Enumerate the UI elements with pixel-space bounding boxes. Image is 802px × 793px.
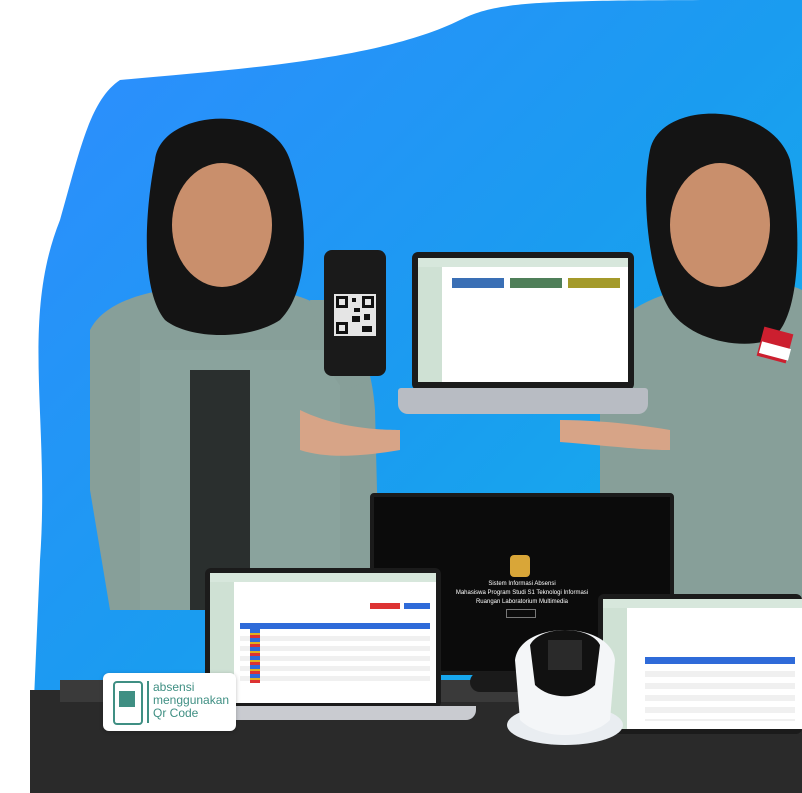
logo-divider bbox=[147, 681, 149, 723]
held-laptop-screen bbox=[412, 252, 634, 390]
app-sidebar bbox=[418, 267, 442, 382]
red-button bbox=[370, 603, 400, 609]
left-laptop-app bbox=[210, 573, 436, 703]
stat-card-olive bbox=[568, 278, 620, 288]
monitor-line-1: Sistem Informasi Absensi bbox=[488, 581, 556, 587]
phone-qr-icon bbox=[113, 681, 143, 725]
stat-card-blue bbox=[452, 278, 504, 288]
university-logo-icon bbox=[510, 555, 530, 577]
qr-scanner-device bbox=[507, 630, 623, 745]
smartphone bbox=[324, 250, 386, 376]
held-laptop-app bbox=[418, 258, 628, 382]
table-body bbox=[240, 631, 430, 681]
status-badges bbox=[250, 629, 260, 683]
photo-scene: Sistem Informasi Absensi Mahasiswa Progr… bbox=[0, 0, 802, 793]
tablet-table-header bbox=[645, 657, 795, 664]
qr-code-icon bbox=[334, 294, 376, 336]
stat-card-green bbox=[510, 278, 562, 288]
blue-button bbox=[404, 603, 430, 609]
tablet-table-body bbox=[645, 665, 795, 721]
logo-text: absensi menggunakan Qr Code bbox=[153, 681, 235, 720]
app-header bbox=[210, 573, 436, 582]
left-laptop-screen bbox=[205, 568, 441, 708]
held-laptop-base bbox=[398, 388, 648, 414]
qr-attendance-logo: absensi menggunakan Qr Code bbox=[103, 673, 236, 731]
app-header bbox=[418, 258, 628, 267]
tablet-app bbox=[603, 599, 802, 729]
app-header bbox=[603, 599, 802, 608]
logo-line-3: Qr Code bbox=[153, 706, 199, 720]
table-header bbox=[240, 623, 430, 629]
left-laptop-base bbox=[196, 706, 476, 720]
